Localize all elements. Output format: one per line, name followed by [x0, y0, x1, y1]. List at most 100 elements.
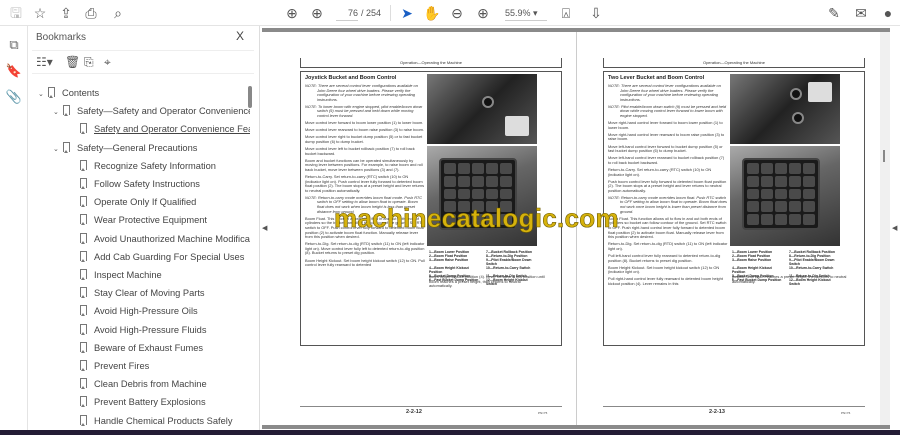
- bookmark-label: Safety and Operator Convenience Features: [94, 124, 250, 135]
- zoom-select[interactable]: 55.9% ▾: [505, 5, 547, 21]
- bookmark-icon: [80, 287, 87, 299]
- bookmark-item[interactable]: ⌄ Safety—General Precautions: [53, 139, 197, 157]
- delete-icon[interactable]: 🗑: [65, 55, 80, 69]
- prev-page-icon[interactable]: ⊕: [283, 4, 301, 22]
- paragraph: Boom Height Kickout. Set boom height kic…: [305, 257, 425, 268]
- zoom-in-icon[interactable]: ⊕: [474, 4, 492, 22]
- paragraph: Boom Height Kickout. Set boom height kic…: [608, 264, 720, 275]
- scroll-mode-icon[interactable]: ⇩: [587, 4, 605, 22]
- paragraph: Move control lever forward to boom lower…: [305, 120, 424, 126]
- bookmark-item[interactable]: Safety and Operator Convenience Features: [80, 120, 250, 138]
- bookmark-item[interactable]: ⌄ Safety—Safety and Operator Conveniences: [53, 102, 250, 120]
- hand-icon[interactable]: ✋: [423, 4, 441, 22]
- bookmark-icon: [80, 196, 87, 208]
- navigation-pane: ⧉ 🔖 📎: [0, 26, 28, 435]
- figure-code: [844, 82, 848, 242]
- footer-rule: [603, 406, 865, 407]
- legend-item: 10—Return-to-Carry Switch: [789, 266, 834, 270]
- section-title: Two Lever Bucket and Boom Control: [608, 75, 705, 81]
- bookmark-item[interactable]: Prevent Battery Explosions: [80, 393, 206, 411]
- legend-item: 9—Pilot Enable/Boom Down Switch: [486, 258, 532, 266]
- collapse-left-icon[interactable]: ◀: [262, 224, 267, 232]
- paragraph: Push boom control lever fully forward to…: [608, 178, 727, 193]
- bookmark-toolbar: ☷▾ 🗑 ⎘ ⌖: [32, 50, 254, 74]
- paragraph: Return-to-Carry. Set return-to-carry (RT…: [305, 174, 425, 193]
- print-icon[interactable]: ⎙: [82, 4, 100, 22]
- bookmark-star-icon[interactable]: ☆: [31, 4, 49, 22]
- continued-text: boom height kickout position (4). Lever …: [429, 274, 545, 289]
- bookmarks-icon[interactable]: 🔖: [5, 62, 23, 80]
- bookmark-item[interactable]: Add Cab Guarding For Special Uses: [80, 248, 244, 266]
- paragraph: Pull right-hand control lever fully rear…: [608, 276, 723, 286]
- paragraph: Move left-hand control lever rearward to…: [608, 155, 725, 165]
- bookmark-icon: [80, 414, 87, 426]
- legend-item: 4—Boom Height Kickout Position: [429, 266, 469, 274]
- expand-right-icon[interactable]: ◀: [892, 224, 897, 232]
- bookmark-item[interactable]: Clean Debris from Machine: [80, 375, 207, 393]
- bookmark-item[interactable]: Handle Chemical Products Safely: [80, 412, 233, 430]
- bookmark-item[interactable]: Beware of Exhaust Fumes: [80, 339, 203, 357]
- bookmark-item[interactable]: Operate Only If Qualified: [80, 193, 196, 211]
- save-icon[interactable]: 🖫: [7, 4, 25, 22]
- bookmarks-panel: Bookmarks X ☷▾ 🗑 ⎘ ⌖ ⌄ Contents ⌄ Safety—Sa…: [28, 26, 260, 435]
- zoom-value: 55.9%: [505, 8, 531, 18]
- account-icon[interactable]: ●: [879, 4, 897, 22]
- content-box: Two Lever Bucket and Boom Control NOTE: T…: [603, 71, 865, 346]
- paragraph: NOTE: To lower boom with engine stopped,…: [305, 103, 423, 119]
- bookmark-item[interactable]: Inspect Machine: [80, 266, 162, 284]
- next-page-icon[interactable]: ⊕: [308, 4, 326, 22]
- bookmark-item[interactable]: Prevent Fires: [80, 357, 149, 375]
- chevron-down-icon[interactable]: ⌄: [53, 141, 63, 159]
- search-icon[interactable]: ⌕: [109, 4, 127, 22]
- bookmark-item[interactable]: Wear Protective Equipment: [80, 211, 207, 229]
- select-icon[interactable]: ➤: [398, 4, 416, 22]
- upload-icon[interactable]: ⇪: [57, 4, 75, 22]
- bookmark-item[interactable]: Avoid High-Pressure Fluids: [80, 321, 206, 339]
- paragraph: Move right-hand control lever forward to…: [608, 120, 723, 130]
- page-thumbnails-icon[interactable]: ⧉: [5, 36, 23, 54]
- mail-icon[interactable]: ✉: [852, 4, 870, 22]
- bookmark-label: Clean Debris from Machine: [94, 379, 207, 390]
- bookmark-icon: [80, 232, 87, 244]
- page-number-input[interactable]: [336, 5, 358, 21]
- scrollbar-thumb[interactable]: [883, 150, 885, 162]
- section-title: Joystick Bucket and Boom Control: [305, 75, 397, 81]
- document-scrollbar[interactable]: [880, 32, 890, 425]
- chevron-down-icon[interactable]: ⌄: [53, 104, 63, 122]
- options-menu-icon[interactable]: ☷▾: [36, 55, 53, 69]
- bookmark-item[interactable]: Follow Safety Instructions: [80, 175, 200, 193]
- page-code: PN=75: [538, 411, 548, 415]
- close-icon[interactable]: X: [236, 29, 244, 43]
- panel-title: Bookmarks: [36, 32, 87, 43]
- bookmark-label: Wear Protective Equipment: [94, 215, 207, 226]
- legend-item: 10—Return-to-Carry Switch: [486, 266, 531, 270]
- find-bookmark-icon[interactable]: ⌖: [104, 55, 111, 70]
- text-column: NOTE: There are several control lever co…: [305, 83, 425, 270]
- chevron-down-icon[interactable]: ⌄: [38, 86, 48, 104]
- attachments-icon[interactable]: 📎: [5, 88, 23, 106]
- bookmark-label: Stay Clear of Moving Parts: [94, 288, 205, 299]
- bookmark-item[interactable]: Avoid Unauthorized Machine Modifications: [80, 230, 250, 248]
- sign-icon[interactable]: ✎: [825, 4, 843, 22]
- paragraph: NOTE: There are several control lever co…: [305, 83, 418, 102]
- bookmark-item[interactable]: Stay Clear of Moving Parts: [80, 284, 205, 302]
- viewport-bottom-edge: [262, 425, 890, 429]
- bookmark-icon: [63, 141, 70, 153]
- bookmark-icon: [80, 360, 87, 371]
- panel-scrollbar[interactable]: [248, 86, 252, 108]
- new-bookmark-icon[interactable]: ⎘: [84, 55, 94, 70]
- bookmark-item[interactable]: Recognize Safety Information: [80, 157, 216, 175]
- paragraph: Move right-hand control lever rearward t…: [608, 131, 725, 142]
- paragraph: Move control lever right to bucket dump …: [305, 134, 423, 144]
- page-number: 2-2-12: [406, 409, 422, 415]
- bookmark-item[interactable]: ⌄ Contents: [38, 84, 99, 102]
- paragraph: Move control lever left to bucket rollba…: [305, 146, 415, 156]
- bookmark-item[interactable]: Avoid High-Pressure Oils: [80, 302, 198, 320]
- bookmark-label: Add Cab Guarding For Special Uses: [94, 251, 245, 262]
- bookmark-icon: [63, 105, 70, 117]
- fit-page-icon[interactable]: ⍓: [557, 4, 575, 22]
- zoom-out-icon[interactable]: ⊖: [448, 4, 466, 22]
- paragraph: NOTE: There are several control lever co…: [608, 83, 721, 102]
- bookmark-label: Avoid High-Pressure Oils: [94, 306, 198, 317]
- paragraph: Pull left-hand control lever fully rearw…: [608, 252, 721, 263]
